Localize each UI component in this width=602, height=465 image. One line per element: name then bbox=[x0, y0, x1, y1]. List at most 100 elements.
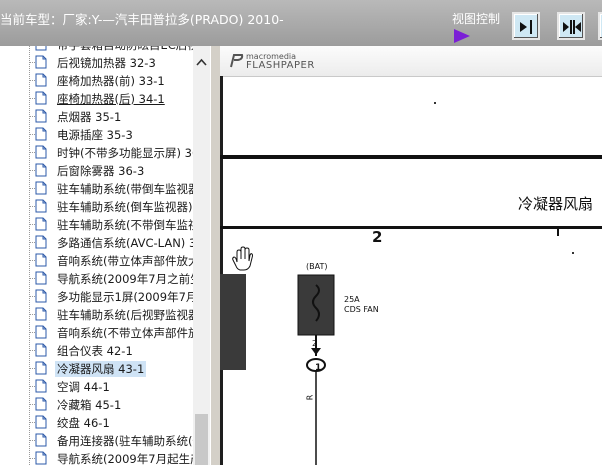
tree-item[interactable]: 座椅加热器(前) 33-1 bbox=[29, 72, 209, 90]
tree-item-label: 时钟(不带多功能显示屏) 36 bbox=[57, 146, 200, 160]
tree-item[interactable]: 驻车辅助系统(不带倒车监视 bbox=[29, 216, 209, 234]
document-icon bbox=[35, 235, 47, 249]
tree-item[interactable]: 多功能显示1屏(2009年7月 bbox=[29, 288, 209, 306]
tree-item[interactable]: 点烟器 35-1 bbox=[29, 108, 209, 126]
tree-item-label: 后窗除雾器 36-3 bbox=[57, 164, 145, 178]
document-icon bbox=[35, 343, 47, 357]
document-icon bbox=[35, 433, 47, 447]
tree-item[interactable]: 导航系统(2009年7月之前生 bbox=[29, 270, 209, 288]
tree-item[interactable]: 绞盘 46-1 bbox=[29, 414, 209, 432]
document-icon bbox=[35, 397, 47, 411]
page-view-button[interactable] bbox=[598, 12, 602, 40]
single-page-view-button[interactable] bbox=[512, 12, 540, 40]
document-icon bbox=[35, 415, 47, 429]
document-icon bbox=[35, 109, 47, 123]
fuse-name-label: CDS FAN bbox=[344, 305, 379, 314]
grid-number: 2 bbox=[372, 228, 383, 246]
view-control-label: 视图控制 bbox=[452, 12, 501, 26]
speck bbox=[434, 102, 436, 104]
component-block bbox=[220, 274, 246, 370]
tree-item[interactable]: 组合仪表 42-1 bbox=[29, 342, 209, 360]
document-icon bbox=[35, 307, 47, 321]
chevron-up-icon[interactable] bbox=[193, 54, 210, 71]
tree-item[interactable]: 驻车辅助系统(倒车监视器) bbox=[29, 198, 209, 216]
tree-item[interactable]: 备用连接器(驻车辅助系统(倒 bbox=[29, 432, 209, 450]
document-icon bbox=[35, 361, 47, 375]
tree-item[interactable]: 电源插座 35-3 bbox=[29, 126, 209, 144]
tree-item-label: 驻车辅助系统(带倒车监视器 bbox=[57, 182, 200, 196]
sidebar-scrollbar[interactable] bbox=[193, 46, 210, 465]
tree-item[interactable]: 空调 44-1 bbox=[29, 378, 209, 396]
tree-item[interactable]: 多路通信系统(AVC-LAN) 3 bbox=[29, 234, 209, 252]
document-icon bbox=[35, 379, 47, 393]
tree-item[interactable]: 时钟(不带多功能显示屏) 36 bbox=[29, 144, 209, 162]
document-icon bbox=[35, 451, 47, 465]
tree-item-label: 驻车辅助系统(不带倒车监视 bbox=[57, 218, 200, 232]
fuse-block bbox=[297, 274, 335, 336]
tree-item-label: 座椅加热器(后) 34-1 bbox=[57, 92, 165, 106]
tree-item-label: 音响系统(带立体声部件放大 bbox=[57, 254, 200, 268]
document-icon bbox=[35, 46, 47, 51]
connector-pin-label: 2 bbox=[312, 339, 318, 348]
tree-item[interactable]: 导航系统(2009年7月起生产 bbox=[29, 450, 209, 465]
single-page-icon bbox=[520, 20, 532, 34]
two-page-icon bbox=[563, 20, 581, 34]
page-heading: 冷凝器风扇 bbox=[518, 195, 594, 213]
play-arrow-icon[interactable] bbox=[454, 29, 470, 43]
tree-item-label: 驻车辅助系统(倒车监视器) bbox=[57, 200, 193, 214]
document-icon bbox=[35, 91, 47, 105]
current-car-title: 当前车型：厂家:Y-—汽丰田普拉多(PRADO) 2010- bbox=[0, 12, 284, 27]
wiring-diagram bbox=[220, 102, 602, 465]
bat-label: (BAT) bbox=[306, 262, 328, 271]
document-icon bbox=[35, 325, 47, 339]
tree-item-label: 组合仪表 42-1 bbox=[57, 344, 133, 358]
document-icon bbox=[35, 199, 47, 213]
fuse-rating-label: 25A bbox=[344, 295, 360, 304]
tree-item[interactable]: 冷凝器风扇 43-1 bbox=[29, 360, 209, 378]
document-icon bbox=[35, 145, 47, 159]
tree-item[interactable]: 后视镜加热器 32-3 bbox=[29, 54, 209, 72]
tree-item[interactable]: 驻车辅助系统(后视野监视器 bbox=[29, 306, 209, 324]
tree-item-label: 冷凝器风扇 43-1 bbox=[55, 361, 147, 377]
tree-item-label: 绞盘 46-1 bbox=[57, 416, 110, 430]
tree-item-label: 空调 44-1 bbox=[57, 380, 110, 394]
tree-item-label: 冷藏箱 45-1 bbox=[57, 398, 122, 412]
tree-item-label: 导航系统(2009年7月之前生 bbox=[57, 272, 202, 286]
tree-item[interactable]: 音响系统(不带立体声部件放 bbox=[29, 324, 209, 342]
tree-item-label: 备用连接器(驻车辅助系统(倒 bbox=[57, 434, 204, 448]
document-icon bbox=[35, 253, 47, 267]
tree-item[interactable]: 冷藏箱 45-1 bbox=[29, 396, 209, 414]
tree-item[interactable]: 座椅加热器(后) 34-1 bbox=[29, 90, 209, 108]
tree-item-label: 多功能显示1屏(2009年7月 bbox=[57, 290, 198, 304]
tree-item[interactable]: 音响系统(带立体声部件放大 bbox=[29, 252, 209, 270]
speck bbox=[572, 252, 574, 254]
tree-item-label: 导航系统(2009年7月起生产 bbox=[57, 452, 202, 465]
tree-item[interactable]: 带手套箱自动防眩目EC后视 bbox=[29, 46, 209, 54]
grid-tick bbox=[557, 226, 559, 236]
two-page-view-button[interactable] bbox=[557, 12, 585, 40]
page-top-rule bbox=[220, 155, 602, 159]
document-icon bbox=[35, 217, 47, 231]
tree-item-label: 音响系统(不带立体声部件放 bbox=[57, 326, 200, 340]
flashpaper-logo-icon bbox=[230, 54, 244, 68]
tree-item-label: 点烟器 35-1 bbox=[57, 110, 122, 124]
document-icon bbox=[35, 163, 47, 177]
document-icon bbox=[35, 271, 47, 285]
connector-id-label: 1 bbox=[315, 363, 322, 373]
tree-item-label: 带手套箱自动防眩目EC后视 bbox=[55, 46, 201, 53]
tree-item-label: 多路通信系统(AVC-LAN) 3 bbox=[57, 236, 197, 250]
hand-cursor-icon bbox=[232, 246, 253, 271]
tree-item-label: 后视镜加热器 32-3 bbox=[57, 56, 156, 70]
flashpaper-toolbar: macromedia FLASHPAPER bbox=[220, 46, 602, 77]
document-viewer[interactable]: macromedia FLASHPAPER 冷凝器风扇 2 (BAT) 25A … bbox=[220, 46, 602, 465]
document-icon bbox=[35, 55, 47, 69]
document-icon bbox=[35, 73, 47, 87]
tree-item-label: 驻车辅助系统(后视野监视器 bbox=[57, 308, 200, 322]
document-icon bbox=[35, 181, 47, 195]
scrollbar-thumb[interactable] bbox=[195, 414, 208, 465]
tree-item[interactable]: 后窗除雾器 36-3 bbox=[29, 162, 209, 180]
grid-rule bbox=[220, 226, 602, 229]
tree-item[interactable]: 驻车辅助系统(带倒车监视器 bbox=[29, 180, 209, 198]
wire-color-label: R bbox=[305, 394, 315, 401]
tree-item-label: 座椅加热器(前) 33-1 bbox=[57, 74, 165, 88]
